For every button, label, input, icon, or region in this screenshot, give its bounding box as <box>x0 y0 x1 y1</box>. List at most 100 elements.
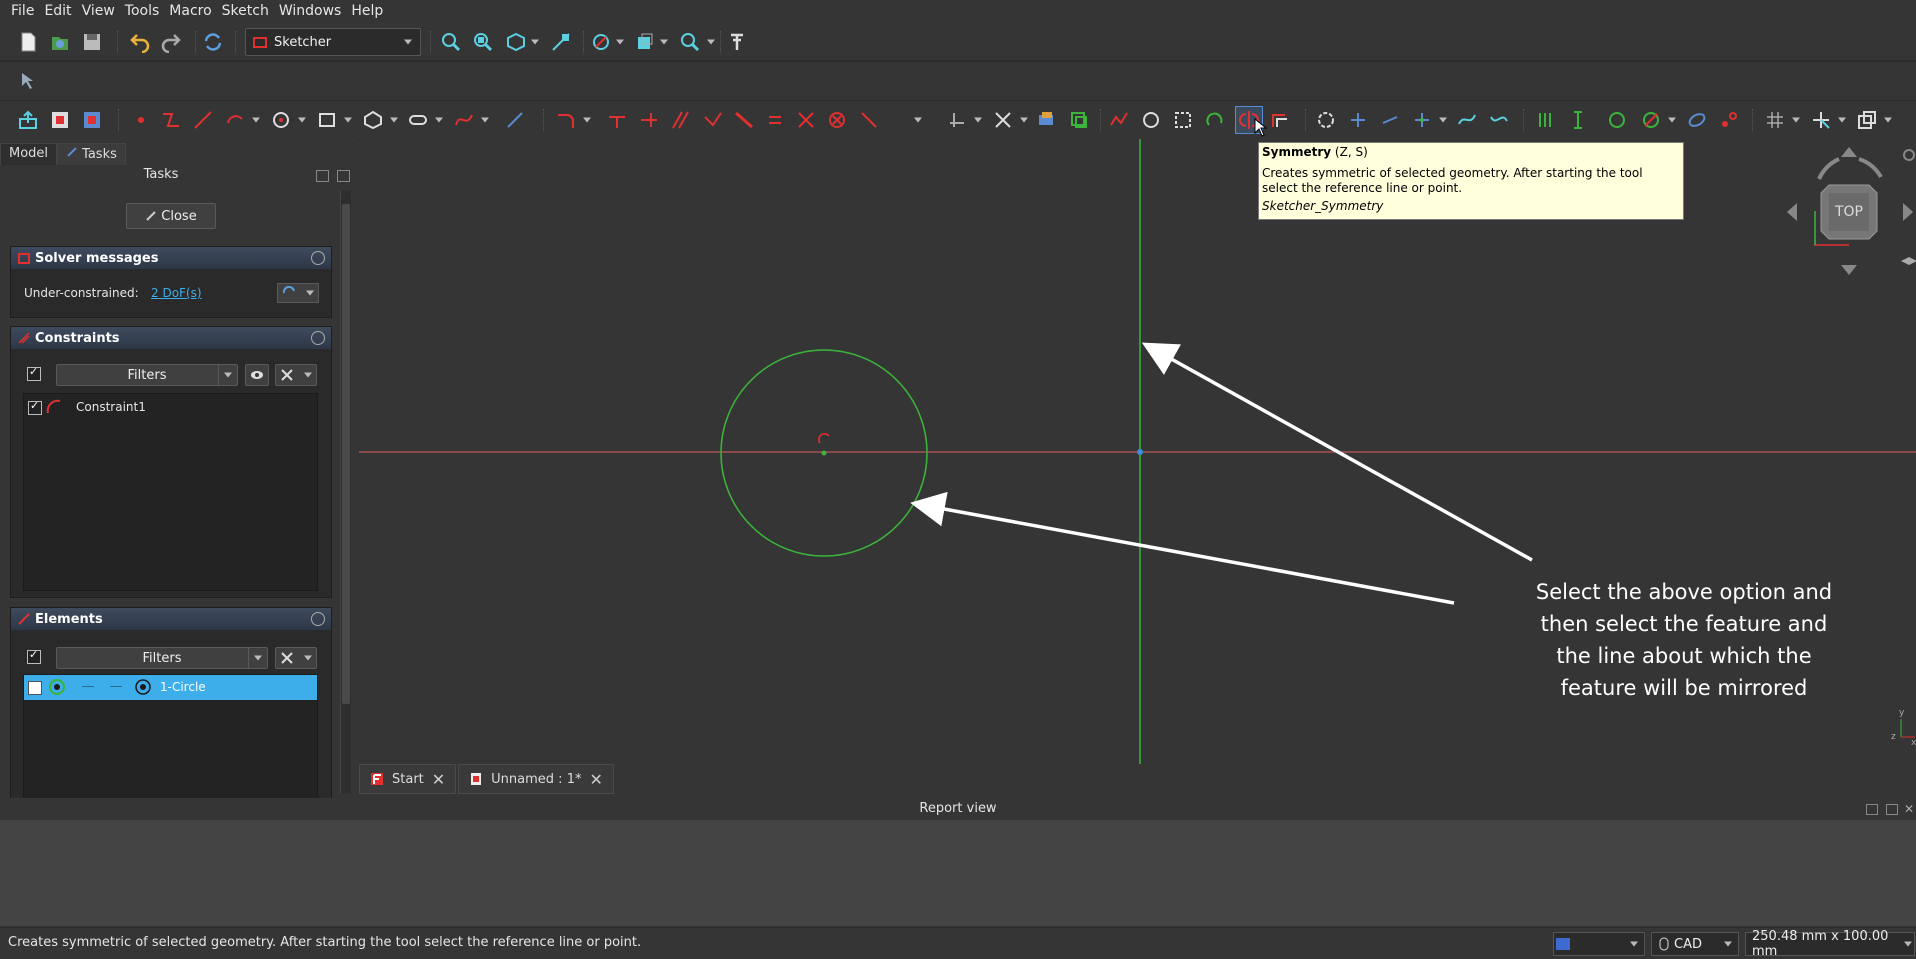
close-tab-icon[interactable]: ✕ <box>432 770 445 789</box>
trim-tool-icon[interactable] <box>604 107 630 133</box>
tab-model[interactable]: Model <box>0 143 58 165</box>
zoom-icon[interactable] <box>677 29 703 55</box>
open-document-icon[interactable] <box>47 29 73 55</box>
circle-tool-icon[interactable] <box>268 107 294 133</box>
select-cursor-icon[interactable] <box>15 68 41 94</box>
select-all-icon[interactable] <box>1170 107 1196 133</box>
fillet-tool-icon[interactable] <box>553 107 579 133</box>
split-edge-icon[interactable] <box>990 107 1016 133</box>
measure-icon[interactable] <box>548 29 574 55</box>
menu-tools[interactable]: Tools <box>120 3 165 19</box>
clone-icon[interactable] <box>1066 107 1092 133</box>
bspline-knot-icon[interactable] <box>1454 107 1480 133</box>
tab-start[interactable]: Start ✕ <box>359 764 457 794</box>
menu-view[interactable]: View <box>77 3 120 19</box>
new-document-icon[interactable] <box>15 29 41 55</box>
leave-sketch-icon[interactable] <box>15 107 41 133</box>
close-icon[interactable]: ✕ <box>1904 798 1914 820</box>
line-tool-icon[interactable] <box>190 107 216 133</box>
tab-tasks[interactable]: Tasks <box>57 143 126 165</box>
redo-icon[interactable] <box>158 29 184 55</box>
whats-this-icon[interactable] <box>724 29 750 55</box>
menu-sketch[interactable]: Sketch <box>217 3 274 19</box>
collapse-icon[interactable] <box>311 612 325 626</box>
close-button[interactable]: Close <box>126 203 216 229</box>
offset-tool-icon[interactable] <box>1267 107 1293 133</box>
constraint-visible-checkbox[interactable] <box>28 399 42 415</box>
elements-filter-select[interactable]: Filters <box>56 647 268 669</box>
carbon-copy-icon[interactable] <box>1033 107 1059 133</box>
constraints-header[interactable]: Constraints <box>11 327 331 349</box>
tab-unnamed[interactable]: Unnamed : 1* ✕ <box>458 764 614 794</box>
polygon-tool-icon[interactable] <box>360 107 386 133</box>
refresh-icon[interactable] <box>200 29 226 55</box>
bspline-join-icon[interactable] <box>1486 107 1512 133</box>
panel-scrollbar[interactable] <box>340 190 351 794</box>
menu-file[interactable]: File <box>0 3 39 19</box>
workbench-selector[interactable]: Sketcher <box>245 28 421 56</box>
construction-toggle-icon[interactable] <box>502 107 528 133</box>
dof-link[interactable]: 2 DoF(s) <box>151 286 202 300</box>
circle-select-icon[interactable] <box>1138 107 1164 133</box>
draw-style-icon[interactable] <box>588 29 614 55</box>
undo-icon[interactable] <box>127 29 153 55</box>
connect-icon[interactable] <box>1345 107 1371 133</box>
constraints-checkbox[interactable] <box>27 365 41 381</box>
menu-windows[interactable]: Windows <box>274 3 347 19</box>
scrollbar-thumb[interactable] <box>342 204 350 704</box>
view-sketch-icon[interactable] <box>47 107 73 133</box>
coincident-constraint-icon[interactable] <box>700 107 726 133</box>
section-view-icon[interactable] <box>632 29 658 55</box>
show-dimensions-icon[interactable] <box>1565 107 1591 133</box>
collapse-icon[interactable] <box>311 251 325 265</box>
constraint-settings-button[interactable] <box>275 364 317 386</box>
report-view[interactable] <box>0 820 1916 926</box>
remove-axes-icon[interactable] <box>1716 107 1742 133</box>
external-geometry-icon[interactable] <box>668 107 694 133</box>
grid-icon[interactable] <box>1762 107 1788 133</box>
block-constraint-icon[interactable] <box>824 107 850 133</box>
polyline-tool-icon[interactable] <box>158 107 184 133</box>
fit-all-icon[interactable] <box>438 29 464 55</box>
sketch-viewport[interactable]: Select the above option and then select … <box>359 139 1916 764</box>
rotate-tool-icon[interactable] <box>1202 107 1228 133</box>
close-panel-icon[interactable] <box>337 170 350 182</box>
visibility-toggle[interactable] <box>245 364 269 386</box>
constraints-filter-select[interactable]: Filters <box>56 364 238 386</box>
element-visible-checkbox[interactable] <box>28 679 42 695</box>
navigation-cube[interactable]: TOP <box>1777 139 1916 279</box>
float-panel-icon[interactable] <box>1866 804 1878 815</box>
save-icon[interactable] <box>79 29 105 55</box>
rectangle-tool-icon[interactable] <box>314 107 340 133</box>
close-tab-icon[interactable]: ✕ <box>589 770 602 789</box>
progress-selector[interactable] <box>1553 932 1645 956</box>
collapse-icon[interactable] <box>311 331 325 345</box>
solver-messages-header[interactable]: Solver messages <box>11 247 331 269</box>
element-settings-button[interactable] <box>275 647 317 669</box>
mirror-tool-icon[interactable] <box>1377 107 1403 133</box>
arc-tool-icon[interactable] <box>222 107 248 133</box>
snap-icon[interactable] <box>1808 107 1834 133</box>
fit-selection-icon[interactable] <box>470 29 496 55</box>
equal-constraint-icon[interactable] <box>762 107 788 133</box>
show-constraints-icon[interactable] <box>1533 107 1559 133</box>
bspline-tool-icon[interactable] <box>451 107 477 133</box>
parallel-constraint-icon[interactable] <box>793 107 819 133</box>
delete-constraints-icon[interactable] <box>1638 107 1664 133</box>
menu-edit[interactable]: Edit <box>39 3 76 19</box>
bspline-degree-icon[interactable] <box>1106 107 1132 133</box>
dimension-readout[interactable]: 250.48 mm x 100.00 mm <box>1745 929 1915 959</box>
elements-header[interactable]: Elements <box>11 608 331 630</box>
undock-panel-icon[interactable] <box>1886 804 1898 815</box>
circle-restriction-icon[interactable] <box>1604 107 1630 133</box>
dimension-tool-icon[interactable] <box>856 107 882 133</box>
toggle-constraint-icon[interactable] <box>944 107 970 133</box>
elements-checkbox[interactable] <box>27 648 41 664</box>
point-on-object-icon[interactable] <box>731 107 757 133</box>
render-order-icon[interactable] <box>1854 107 1880 133</box>
extend-tool-icon[interactable] <box>636 107 662 133</box>
view-section-icon[interactable] <box>79 107 105 133</box>
std-views-icon[interactable] <box>503 29 529 55</box>
slot-tool-icon[interactable] <box>405 107 431 133</box>
point-tool-icon[interactable] <box>128 107 154 133</box>
